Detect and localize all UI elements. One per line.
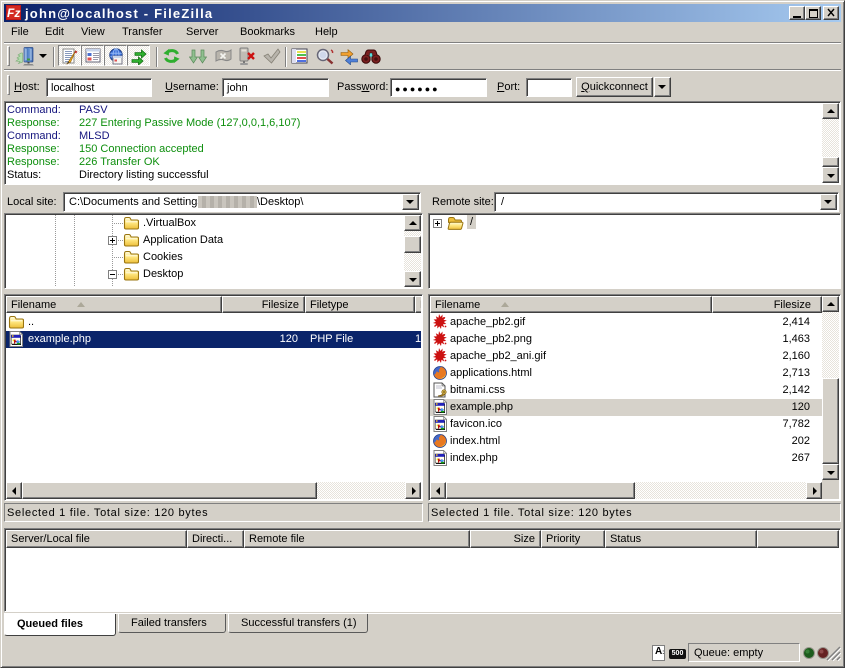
svg-text:Fz: Fz	[7, 6, 20, 20]
